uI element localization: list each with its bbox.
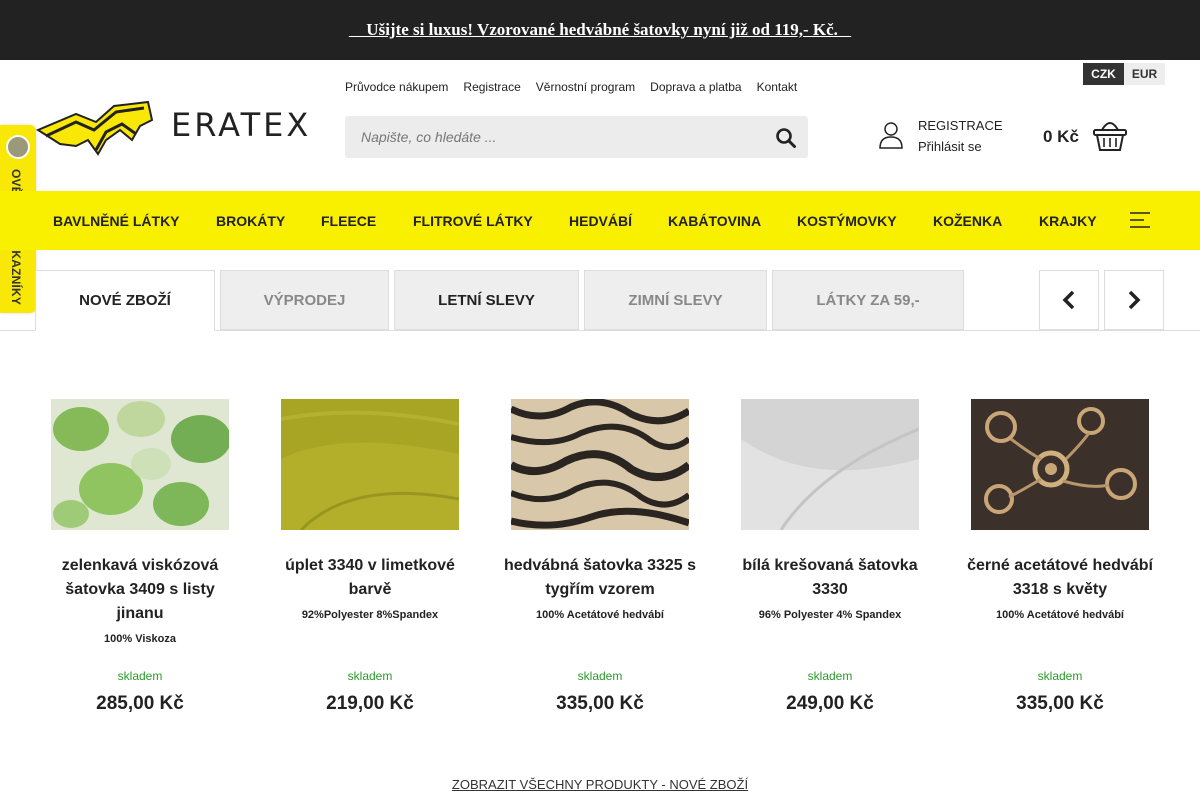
- nav-silk[interactable]: HEDVÁBÍ: [569, 213, 632, 229]
- search-bar: [345, 116, 808, 158]
- product-image[interactable]: [281, 399, 459, 530]
- category-nav: BAVLNĚNÉ LÁTKY BROKÁTY FLEECE FLITROVÉ L…: [0, 191, 1200, 250]
- login-link[interactable]: Přihlásit se: [918, 139, 982, 154]
- currency-switch: CZK EUR: [1083, 63, 1165, 85]
- link-shipping[interactable]: Doprava a platba: [650, 80, 741, 94]
- product-title[interactable]: úplet 3340 v limetkové barvě: [270, 554, 470, 602]
- nav-brocade[interactable]: BROKÁTY: [216, 213, 285, 229]
- link-loyalty[interactable]: Věrnostní program: [536, 80, 635, 94]
- product-image[interactable]: [511, 399, 689, 530]
- tab-fabrics-59[interactable]: LÁTKY ZA 59,-: [772, 270, 964, 330]
- product-composition: 100% Acetátové hedvábí: [536, 609, 664, 621]
- register-link[interactable]: REGISTRACE: [918, 118, 1003, 133]
- product-stock: skladem: [1037, 669, 1083, 683]
- site-logo[interactable]: ERATEX: [36, 100, 308, 158]
- search-input[interactable]: [345, 116, 765, 158]
- product-stock: skladem: [807, 669, 853, 683]
- product-stock: skladem: [347, 669, 393, 683]
- product-composition: 96% Polyester 4% Spandex: [758, 609, 902, 621]
- chevron-right-icon: [1128, 290, 1141, 310]
- tab-summer-discounts[interactable]: LETNÍ SLEVY: [394, 270, 579, 330]
- product-composition: 92%Polyester 8%Spandex: [301, 609, 439, 621]
- product-image[interactable]: [51, 399, 229, 530]
- nav-leatherette[interactable]: KOŽENKA: [933, 213, 1002, 229]
- tab-sale[interactable]: VÝPRODEJ: [220, 270, 389, 330]
- product-composition: 100% Viskoza: [104, 633, 176, 645]
- nav-lace[interactable]: KRAJKY: [1039, 213, 1097, 229]
- nav-sequin[interactable]: FLITROVÉ LÁTKY: [413, 213, 533, 229]
- tabs-next-button[interactable]: [1104, 270, 1164, 330]
- product-composition: 100% Acetátové hedvábí: [996, 609, 1124, 621]
- tab-new-products[interactable]: NOVÉ ZBOŽÍ: [35, 270, 215, 331]
- show-all-products-link[interactable]: ZOBRAZIT VŠECHNY PRODUKTY - NOVÉ ZBOŽÍ: [0, 777, 1200, 792]
- cart-total[interactable]: 0 Kč: [1043, 127, 1079, 147]
- basket-icon[interactable]: [1092, 118, 1128, 152]
- search-button[interactable]: [775, 127, 797, 149]
- nav-fleece[interactable]: FLEECE: [321, 213, 376, 229]
- currency-eur-button[interactable]: EUR: [1124, 63, 1165, 85]
- product-price: 219,00 Kč: [326, 693, 414, 714]
- product-price: 335,00 Kč: [556, 693, 644, 714]
- product-price: 249,00 Kč: [786, 693, 874, 714]
- top-links: Průvodce nákupem Registrace Věrnostní pr…: [345, 80, 797, 94]
- nav-suiting[interactable]: KOSTÝMOVKY: [797, 213, 897, 229]
- product-title[interactable]: bílá krešovaná šatovka 3330: [730, 554, 930, 602]
- verified-seal-icon: [6, 135, 30, 159]
- announcement-text[interactable]:  Ušijte si luxus! Vzorované hedvábné ša…: [349, 20, 851, 40]
- product-stock: skladem: [117, 669, 163, 683]
- product-title[interactable]: zelenkavá viskózová šatovka 3409 s listy…: [40, 554, 240, 626]
- logo-wordmark: ERATEX: [171, 106, 312, 144]
- link-guide[interactable]: Průvodce nákupem: [345, 80, 448, 94]
- menu-icon[interactable]: [1130, 211, 1152, 229]
- currency-czk-button[interactable]: CZK: [1083, 63, 1124, 85]
- logo-graphic: [36, 100, 154, 156]
- link-registration[interactable]: Registrace: [463, 80, 520, 94]
- user-icon: [879, 122, 903, 149]
- tabs-prev-button[interactable]: [1039, 270, 1099, 330]
- product-stock: skladem: [577, 669, 623, 683]
- search-icon: [776, 128, 796, 148]
- product-image[interactable]: [971, 399, 1149, 530]
- nav-cotton[interactable]: BAVLNĚNÉ LÁTKY: [53, 213, 180, 229]
- announcement-bar[interactable]:  Ušijte si luxus! Vzorované hedvábné ša…: [0, 0, 1200, 60]
- product-title[interactable]: hedvábná šatovka 3325 s tygřím vzorem: [500, 554, 700, 602]
- product-price: 335,00 Kč: [1016, 693, 1104, 714]
- product-image[interactable]: [741, 399, 919, 530]
- tab-winter-discounts[interactable]: ZIMNÍ SLEVY: [584, 270, 767, 330]
- link-contact[interactable]: Kontakt: [757, 80, 798, 94]
- product-price: 285,00 Kč: [96, 693, 184, 714]
- product-title[interactable]: černé acetátové hedvábí 3318 s květy: [960, 554, 1160, 602]
- nav-coating[interactable]: KABÁTOVINA: [668, 213, 761, 229]
- chevron-left-icon: [1062, 290, 1075, 310]
